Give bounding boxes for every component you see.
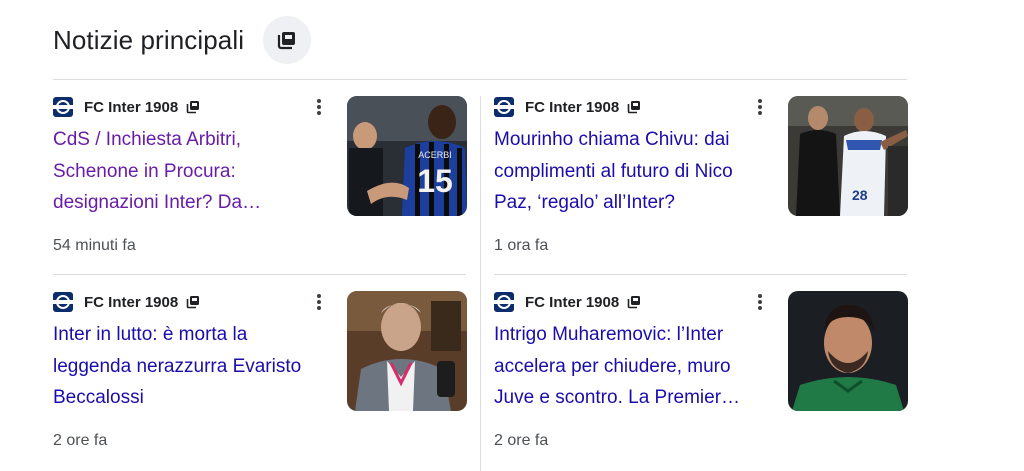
headline-link[interactable]: Mourinho chiama Chivu: dai complimenti a…	[494, 124, 756, 219]
news-stack-icon	[277, 32, 295, 50]
jersey-name: ACERBI	[418, 150, 452, 160]
timestamp: 54 minuti fa	[53, 237, 136, 254]
more-options-button[interactable]	[749, 291, 771, 313]
column-divider	[480, 96, 481, 471]
source-badge-icon	[627, 100, 641, 114]
more-options-button[interactable]	[308, 96, 330, 118]
section-header: Notizie principali	[53, 20, 244, 60]
headline-link[interactable]: Inter in lutto: è morta la leggenda nera…	[53, 319, 315, 414]
source-name: FC Inter 1908	[84, 293, 179, 311]
timestamp: 2 ore fa	[53, 432, 108, 449]
headline-link[interactable]: CdS / Inchiesta Arbitri, Schenone in Pro…	[53, 124, 315, 219]
source-name: FC Inter 1908	[525, 293, 620, 311]
source-badge-icon	[627, 295, 641, 309]
source-row: FC Inter 1908	[53, 96, 200, 118]
news-card[interactable]: FC Inter 1908 Mourinho chiama Chivu: dai…	[494, 96, 908, 271]
more-vert-icon	[317, 99, 321, 115]
source-name: FC Inter 1908	[84, 98, 179, 116]
top-divider	[53, 79, 907, 80]
source-name: FC Inter 1908	[525, 98, 620, 116]
more-options-button[interactable]	[308, 291, 330, 313]
source-badge-icon	[186, 100, 200, 114]
jersey-number: 28	[852, 187, 868, 203]
thumbnail-image[interactable]	[347, 291, 467, 411]
source-row: FC Inter 1908	[53, 291, 200, 313]
more-vert-icon	[758, 99, 762, 115]
news-card[interactable]: FC Inter 1908 CdS / Inchiesta Arbitri, S…	[53, 96, 467, 271]
row-divider-left	[53, 274, 466, 275]
source-logo-icon	[53, 292, 73, 312]
headline-link[interactable]: Intrigo Muharemovic: l’Inter accelera pe…	[494, 319, 756, 414]
more-vert-icon	[758, 294, 762, 310]
jersey-number: 15	[417, 163, 453, 199]
timestamp: 1 ora fa	[494, 237, 549, 254]
source-logo-icon	[494, 292, 514, 312]
news-card[interactable]: FC Inter 1908 Intrigo Muharemovic: l’Int…	[494, 291, 908, 466]
source-badge-icon	[186, 295, 200, 309]
more-vert-icon	[317, 294, 321, 310]
more-options-button[interactable]	[749, 96, 771, 118]
news-card[interactable]: FC Inter 1908 Inter in lutto: è morta la…	[53, 291, 467, 466]
thumbnail-image[interactable]: 28	[788, 96, 908, 216]
section-title: Notizie principali	[53, 24, 245, 55]
news-stack-button[interactable]	[263, 16, 311, 64]
thumbnail-image[interactable]: ACERBI 15	[347, 96, 467, 216]
source-logo-icon	[53, 97, 73, 117]
source-row: FC Inter 1908	[494, 291, 641, 313]
thumbnail-image[interactable]	[788, 291, 908, 411]
source-logo-icon	[494, 97, 514, 117]
row-divider-right	[494, 274, 907, 275]
source-row: FC Inter 1908	[494, 96, 641, 118]
timestamp: 2 ore fa	[494, 432, 549, 449]
